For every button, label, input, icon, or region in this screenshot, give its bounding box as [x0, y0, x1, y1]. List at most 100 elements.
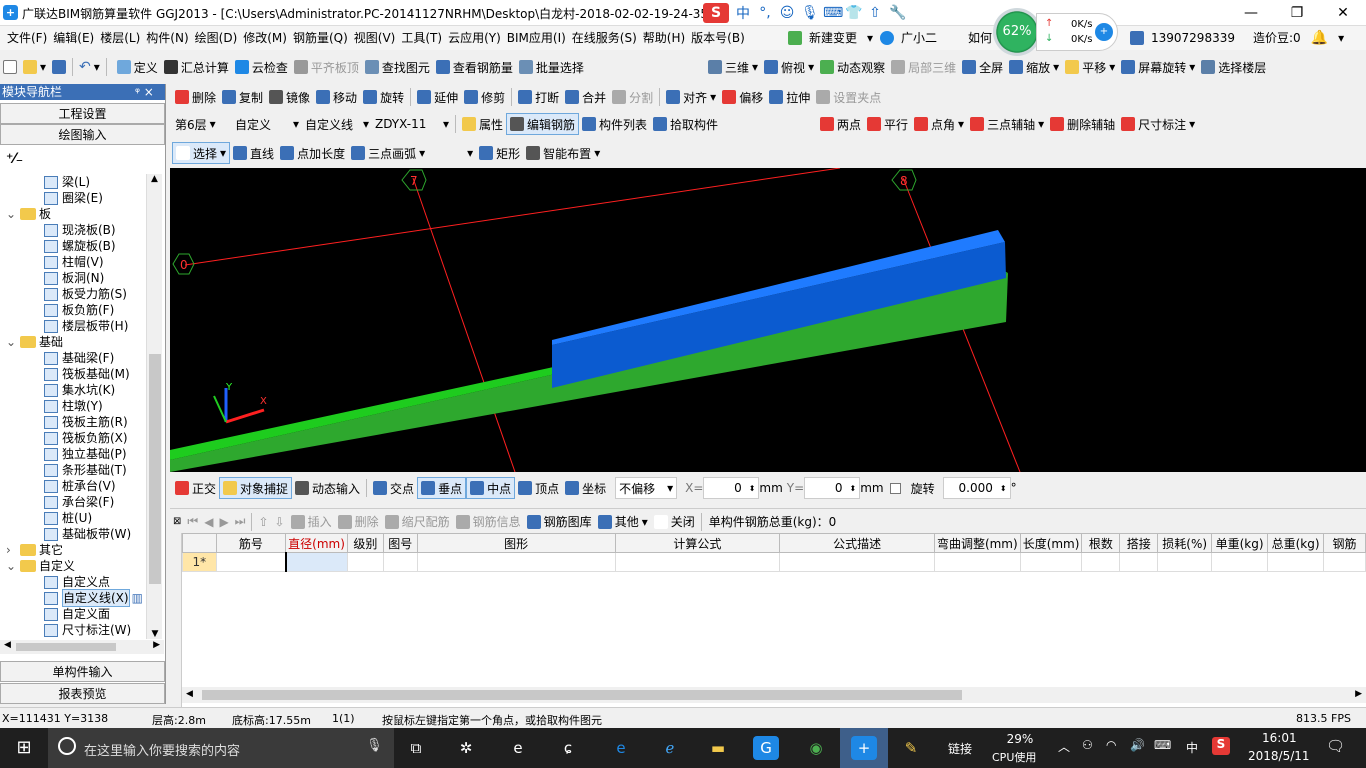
prev-record-icon[interactable]: ◀	[201, 511, 216, 533]
view-button[interactable]: 全屏	[959, 56, 1006, 78]
draw-button[interactable]: 三点画弧 ▾	[348, 142, 428, 164]
edit-button[interactable]: 合并	[562, 86, 609, 108]
cell[interactable]	[1157, 552, 1213, 572]
col-header[interactable]: 弯曲调整(mm)	[933, 533, 1021, 553]
view-button[interactable]: 缩放 ▾	[1006, 56, 1062, 78]
menu-item[interactable]: 修改(M)	[240, 26, 290, 50]
col-header[interactable]: 钢筋	[1323, 533, 1366, 553]
tree-item[interactable]: 板负筋(F)	[0, 302, 148, 318]
view-button[interactable]: 动态观察	[817, 56, 888, 78]
wrench-icon[interactable]: 🔧	[889, 5, 906, 21]
new-file-icon[interactable]	[0, 56, 20, 78]
edit-button[interactable]: 设置夹点	[813, 86, 884, 108]
menu-item[interactable]: 云应用(Y)	[445, 26, 504, 50]
expand-collapse-icon[interactable]: ⁺⁄₋	[6, 151, 23, 167]
boost-icon[interactable]: +	[1095, 23, 1113, 41]
phone-account[interactable]: 13907298339	[1148, 26, 1238, 50]
wifi-icon[interactable]: ◠	[1106, 738, 1116, 752]
component-button[interactable]: 编辑钢筋	[506, 113, 580, 135]
cell[interactable]	[1119, 552, 1159, 572]
app-swirl-icon[interactable]: ɕ	[555, 736, 581, 760]
tree-item[interactable]: 筏板主筋(R)	[0, 414, 148, 430]
tb1-button[interactable]: 批量选择	[516, 56, 587, 78]
tree-item[interactable]: 自定义线(X) ▥	[0, 589, 148, 607]
sogou-tray-icon[interactable]: S	[1212, 737, 1230, 755]
app-fan-icon[interactable]: ✲	[453, 736, 479, 760]
tree-item[interactable]: 条形基础(T)	[0, 462, 148, 478]
tray-up-icon[interactable]: ︿	[1058, 738, 1070, 755]
tree-item[interactable]: 桩(U)	[0, 510, 148, 526]
tree-item[interactable]: › 其它	[0, 542, 148, 558]
microphone-icon[interactable]: 🎙	[366, 738, 383, 753]
col-header[interactable]: 总重(kg)	[1267, 533, 1325, 553]
tree-item[interactable]: 梁(L)	[0, 174, 148, 190]
col-header[interactable]: 公式描述	[779, 533, 935, 553]
tb1-button[interactable]: 查看钢筋量	[433, 56, 516, 78]
draw-input-button[interactable]: 绘图输入	[0, 124, 165, 145]
offset-select[interactable]: 不偏移 ▾	[615, 477, 678, 499]
draw-button[interactable]: 智能布置 ▾	[523, 142, 603, 164]
emoji-icon[interactable]: ☺	[779, 5, 795, 21]
link-toolbar[interactable]: 链接	[948, 740, 972, 757]
ime-toolbar[interactable]: S 中 °, ☺ 🎙 ⌨ 👕 ⇧ 🔧	[703, 3, 906, 23]
col-header[interactable]: 根数	[1081, 533, 1121, 553]
menu-item[interactable]: 楼层(L)	[97, 26, 143, 50]
tree-item[interactable]: 桩承台(V)	[0, 478, 148, 494]
tree-item[interactable]: 螺旋板(B)	[0, 238, 148, 254]
snap-button[interactable]: 中点	[466, 477, 516, 499]
menu-item[interactable]: 构件(N)	[143, 26, 191, 50]
col-header[interactable]: 筋号	[215, 533, 287, 553]
type-select[interactable]: 自定义 ▾	[232, 113, 302, 135]
snap-button[interactable]: 动态输入	[292, 477, 363, 499]
view-button[interactable]: 局部三维	[888, 56, 959, 78]
tree-item[interactable]: 筏板基础(M)	[0, 366, 148, 382]
x-input[interactable]: 0 ⬍	[703, 477, 760, 499]
model-view[interactable]: 7 8 0 Y X	[170, 168, 1366, 472]
task-view-icon[interactable]: ⧉	[403, 736, 429, 760]
last-record-icon[interactable]: ⏭	[232, 511, 249, 533]
draw-button[interactable]: 选择 ▾	[172, 142, 231, 164]
rebar-button[interactable]: 钢筋信息	[453, 511, 524, 533]
new-change-menu[interactable]: 新建变更	[806, 26, 860, 50]
cell[interactable]	[284, 552, 348, 572]
axis-button[interactable]: 三点辅轴 ▾	[967, 113, 1047, 135]
minimize-button[interactable]: —	[1228, 0, 1274, 26]
how-link[interactable]: 如何	[965, 26, 995, 50]
menu-item[interactable]: 视图(V)	[351, 26, 399, 50]
rebar-button[interactable]: 钢筋图库	[524, 511, 595, 533]
view-button[interactable]: 三维 ▾	[705, 56, 761, 78]
move-up-icon[interactable]: ⇧	[255, 511, 271, 533]
component-button[interactable]: 构件列表	[579, 113, 650, 135]
ime-tray[interactable]: 中	[1186, 739, 1198, 756]
edit-button[interactable]: 修剪	[461, 86, 508, 108]
volume-icon[interactable]: 🔊	[1130, 738, 1145, 752]
tb1-button[interactable]: 汇总计算	[161, 56, 232, 78]
col-header[interactable]: 单重(kg)	[1211, 533, 1269, 553]
menu-item[interactable]: BIM应用(I)	[504, 26, 569, 50]
edge-icon[interactable]: e	[608, 736, 634, 760]
next-record-icon[interactable]: ▶	[216, 511, 231, 533]
axis-button[interactable]: 两点	[817, 113, 864, 135]
restore-button[interactable]: ❐	[1274, 0, 1320, 26]
cell[interactable]	[1019, 552, 1083, 572]
assistant-menu[interactable]: 广小二	[898, 26, 940, 50]
ime-punct[interactable]: °,	[757, 5, 773, 21]
menu-item[interactable]: 在线服务(S)	[569, 26, 640, 50]
col-header[interactable]: 直径(mm)	[285, 533, 348, 553]
cell[interactable]	[779, 552, 935, 572]
project-settings-button[interactable]: 工程设置	[0, 103, 165, 124]
cell[interactable]	[416, 552, 616, 572]
tree-scrollbar[interactable]: ▲ ▼	[146, 174, 162, 639]
save-icon[interactable]	[49, 56, 69, 78]
tree-item[interactable]: 柱墩(Y)	[0, 398, 148, 414]
bell-icon[interactable]: 🔔	[1308, 26, 1331, 50]
tree-item[interactable]: 独立基础(P)	[0, 446, 148, 462]
sogou-icon[interactable]: S	[703, 3, 729, 23]
skin-icon[interactable]: ⇧	[867, 5, 883, 21]
notes-icon[interactable]: ✎	[898, 736, 924, 760]
edit-button[interactable]: 分割	[609, 86, 656, 108]
tree-hscrollbar[interactable]: ◀ ▶	[0, 640, 164, 654]
tree-item[interactable]: ⌄ 板	[0, 206, 148, 222]
tb1-button[interactable]: 查找图元	[362, 56, 433, 78]
snap-button[interactable]: 正交	[172, 477, 219, 499]
